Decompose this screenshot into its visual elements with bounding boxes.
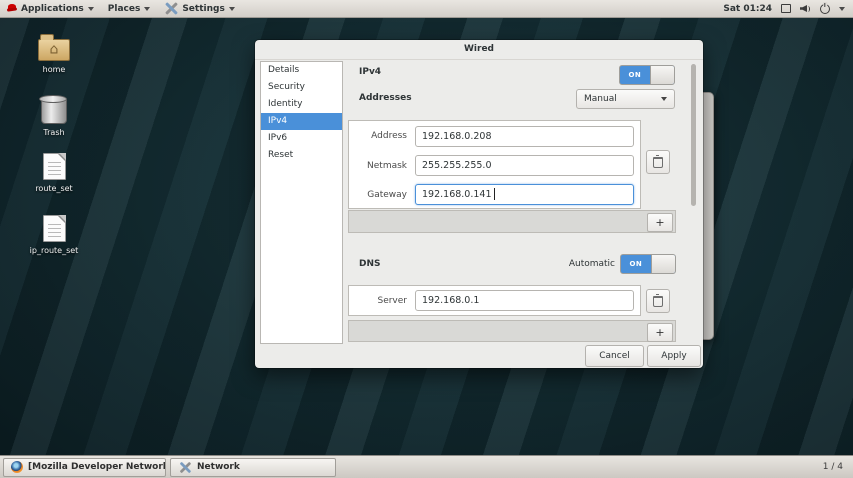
desktop-icon-home[interactable]: home	[22, 33, 86, 74]
toggle-knob	[650, 255, 675, 273]
chevron-down-icon[interactable]	[839, 6, 845, 11]
taskbar-window-title: [Mozilla Developer Network – Mo...	[28, 462, 166, 472]
dns-panel: Server	[348, 285, 641, 316]
desktop-icon-ip-route-set[interactable]: ip_route_set	[22, 215, 86, 255]
firefox-icon	[11, 461, 23, 473]
desktop-icon-label: home	[42, 65, 66, 74]
bottom-taskbar: [Mozilla Developer Network – Mo... Netwo…	[0, 455, 853, 478]
home-folder-icon	[38, 34, 70, 61]
address-row: Address	[349, 121, 640, 151]
chevron-down-icon	[661, 97, 667, 101]
settings-menu[interactable]: Settings	[157, 0, 241, 17]
screen-icon[interactable]	[781, 4, 791, 13]
dns-toolbar: +	[348, 320, 676, 342]
dns-server-input[interactable]	[415, 290, 634, 311]
address-method-dropdown[interactable]: Manual	[576, 89, 675, 109]
applications-menu-label: Applications	[21, 3, 84, 14]
document-icon	[42, 153, 66, 180]
taskbar-window-network[interactable]: Network	[170, 457, 336, 477]
settings-tools-icon	[164, 2, 178, 15]
gateway-label: Gateway	[367, 189, 407, 200]
sidebar-item-ipv6[interactable]: IPv6	[261, 130, 342, 147]
sidebar-item-security[interactable]: Security	[261, 79, 342, 96]
server-label: Server	[377, 295, 407, 306]
add-address-button[interactable]: +	[647, 213, 673, 232]
dns-automatic-toggle[interactable]: ON	[620, 254, 676, 274]
document-icon	[42, 215, 66, 242]
dialog-scrollbar[interactable]	[691, 64, 696, 206]
top-bar-status-area: Sat 01:24	[723, 3, 853, 14]
ipv4-section-label: IPv4	[359, 67, 382, 77]
addresses-section-label: Addresses	[359, 93, 412, 103]
chevron-down-icon	[87, 6, 94, 11]
taskbar-window-title: Network	[197, 462, 240, 472]
add-dns-server-button[interactable]: +	[647, 323, 673, 342]
delete-address-button[interactable]	[646, 150, 670, 174]
address-toolbar: +	[348, 210, 676, 233]
address-label: Address	[371, 131, 407, 141]
netmask-input[interactable]	[415, 155, 634, 176]
sidebar-item-identity[interactable]: Identity	[261, 96, 342, 113]
toggle-on-label: ON	[629, 260, 643, 268]
server-row: Server	[349, 286, 640, 315]
netmask-row: Netmask	[349, 151, 640, 180]
sidebar-item-reset[interactable]: Reset	[261, 147, 342, 164]
desktop-icon-label: route_set	[35, 184, 73, 193]
desktop-icon-trash[interactable]: Trash	[22, 94, 86, 137]
address-input[interactable]	[415, 125, 634, 147]
delete-dns-server-button[interactable]	[646, 289, 670, 313]
settings-sidebar: Details Security Identity IPv4 IPv6 Rese…	[260, 61, 343, 344]
dns-section-label: DNS	[359, 259, 381, 269]
chevron-down-icon	[144, 6, 151, 11]
settings-menu-label: Settings	[182, 3, 225, 14]
places-menu-label: Places	[107, 3, 141, 14]
ipv4-on-toggle[interactable]: ON	[619, 65, 675, 85]
desktop-screen: Applications Places Settings Sat 01:24 h…	[0, 0, 853, 478]
addresses-panel: Address Netmask Gateway	[348, 120, 641, 209]
clock[interactable]: Sat 01:24	[723, 4, 772, 14]
toggle-knob	[649, 66, 674, 84]
toggle-on-label: ON	[628, 71, 642, 79]
desktop-icon-route-set[interactable]: route_set	[22, 153, 86, 193]
netmask-label: Netmask	[367, 160, 407, 171]
places-menu[interactable]: Places	[101, 0, 158, 17]
wired-settings-dialog: Wired Details Security Identity IPv4 IPv…	[255, 40, 703, 368]
cancel-button[interactable]: Cancel	[585, 345, 644, 367]
address-method-value: Manual	[584, 94, 617, 104]
text-cursor	[494, 188, 495, 200]
trash-icon	[653, 154, 663, 168]
dialog-title: Wired	[255, 40, 703, 60]
apply-button[interactable]: Apply	[647, 345, 701, 367]
power-icon[interactable]	[820, 3, 830, 14]
sidebar-item-details[interactable]: Details	[261, 62, 342, 79]
volume-icon[interactable]	[800, 4, 811, 13]
applications-menu[interactable]: Applications	[0, 0, 101, 17]
network-settings-icon	[179, 461, 192, 473]
desktop-icon-label: ip_route_set	[29, 246, 79, 255]
redhat-logo-icon	[7, 4, 17, 13]
trash-icon	[653, 293, 663, 307]
desktop-icon-label: Trash	[43, 128, 65, 137]
top-bar: Applications Places Settings Sat 01:24	[0, 0, 853, 18]
gateway-input[interactable]	[415, 184, 634, 205]
dns-automatic-label: Automatic	[568, 259, 615, 269]
workspace-indicator[interactable]: 1 / 4	[823, 462, 853, 472]
chevron-down-icon	[228, 6, 235, 11]
trash-bin-icon	[39, 95, 67, 124]
sidebar-item-ipv4[interactable]: IPv4	[261, 113, 342, 130]
taskbar-window-firefox[interactable]: [Mozilla Developer Network – Mo...	[3, 457, 166, 477]
